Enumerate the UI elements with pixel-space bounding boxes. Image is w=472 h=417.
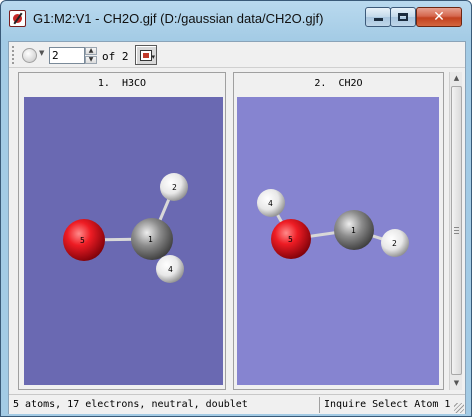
molecule-number-stepper[interactable]: ▲ ▼: [85, 47, 97, 64]
molecule-panel-1: 1. H3CO 5 1 2 4: [18, 72, 226, 390]
animate-button[interactable]: [22, 48, 37, 63]
maximize-icon: [398, 13, 408, 21]
scroll-up-icon[interactable]: ▲: [450, 72, 463, 85]
view-toggle-icon: [140, 50, 152, 61]
molecule-render-1[interactable]: 5 1 2 4: [24, 97, 223, 385]
chevron-down-icon: ▾: [151, 53, 155, 61]
total-molecules: 2: [121, 50, 129, 63]
app-window: G1:M2:V1 - CH2O.gjf (D:/gaussian data/CH…: [0, 0, 472, 417]
status-mode: Inquire Select Atom 1: [319, 397, 461, 413]
title-bar[interactable]: G1:M2:V1 - CH2O.gjf (D:/gaussian data/CH…: [1, 1, 471, 37]
of-label: of: [102, 50, 116, 63]
atom-label: 4: [268, 199, 273, 208]
toolbar: ▼ ▲ ▼ of 2 ▾: [9, 42, 465, 68]
scroll-down-icon[interactable]: ▼: [450, 377, 463, 390]
client-area: ▼ ▲ ▼ of 2 ▾ 1. H3CO: [8, 41, 466, 414]
molecule-viewport-1[interactable]: 5 1 2 4: [24, 97, 223, 385]
status-info: 5 atoms, 17 electrons, neutral, doublet: [13, 399, 248, 410]
resize-grip-icon[interactable]: [454, 403, 464, 413]
maximize-button[interactable]: [390, 7, 416, 27]
spin-up-icon[interactable]: ▲: [85, 47, 97, 55]
minimize-button[interactable]: [365, 7, 391, 27]
molecule-render-2[interactable]: 4 5 1 2: [237, 97, 439, 385]
atom-label: 2: [172, 183, 177, 192]
molecule-viewport-2[interactable]: 4 5 1 2: [237, 97, 439, 385]
scroll-thumb[interactable]: [451, 86, 462, 375]
atom-label: 5: [288, 235, 293, 244]
atom-label: 1: [351, 226, 356, 235]
close-button[interactable]: ✕: [416, 7, 462, 27]
thumb-grip-icon: [454, 227, 459, 234]
vertical-scrollbar[interactable]: ▲ ▼: [449, 72, 462, 390]
spin-down-icon[interactable]: ▼: [85, 56, 97, 64]
view-toggle-button[interactable]: ▾: [135, 45, 157, 65]
molecule-panel-2: 2. CH2O 4 5 1 2: [233, 72, 444, 390]
app-icon[interactable]: [9, 10, 26, 27]
window-title: G1:M2:V1 - CH2O.gjf (D:/gaussian data/CH…: [33, 11, 324, 26]
toolbar-grip[interactable]: [12, 46, 15, 64]
close-icon: ✕: [433, 9, 445, 25]
atom-label: 4: [168, 265, 173, 274]
atom-label: 5: [80, 236, 85, 245]
minimize-icon: [373, 18, 383, 21]
status-bar: 5 atoms, 17 electrons, neutral, doublet …: [9, 394, 465, 414]
atom-label: 2: [392, 239, 397, 248]
panel-label-1: 1. H3CO: [97, 78, 147, 89]
atom-label: 1: [148, 235, 153, 244]
molecule-count: of 2: [102, 50, 129, 63]
molecule-number-input[interactable]: [49, 47, 85, 64]
animate-dropdown-icon[interactable]: ▼: [39, 49, 44, 57]
panel-label-2: 2. CH2O: [314, 78, 363, 89]
